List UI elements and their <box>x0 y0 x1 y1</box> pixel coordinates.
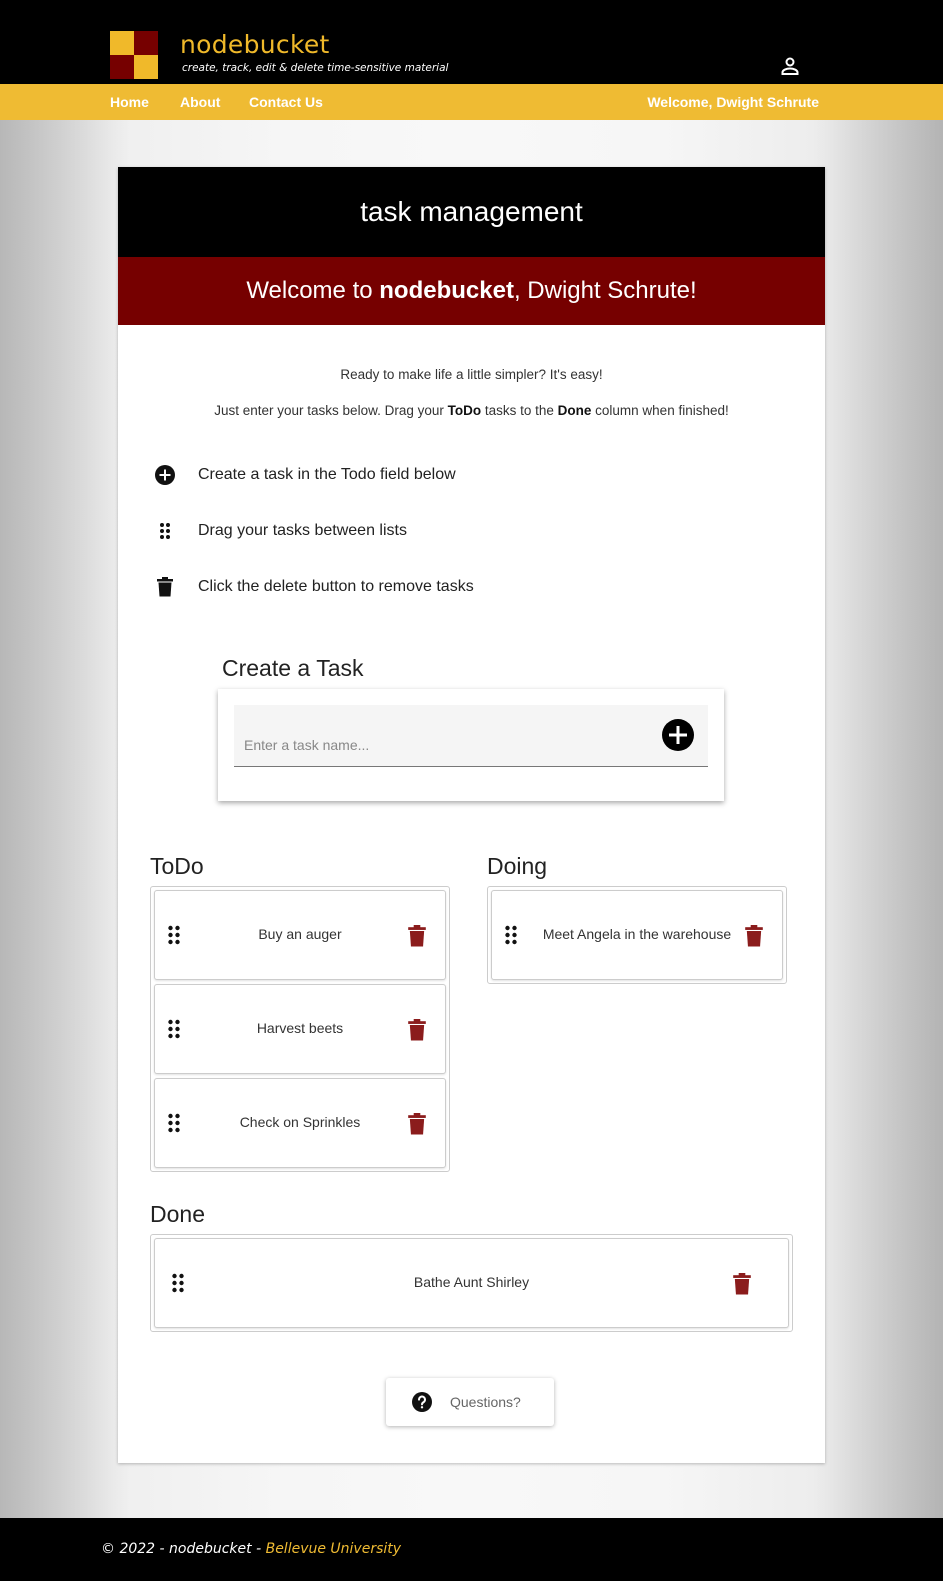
step-drag: Drag your tasks between lists <box>154 519 407 543</box>
tagline: create, track, edit & delete time-sensit… <box>182 62 449 74</box>
task-name: Meet Angela in the warehouse <box>542 926 732 942</box>
todo-heading: ToDo <box>150 853 204 879</box>
header-bar: nodebucket create, track, edit & delete … <box>0 0 943 84</box>
task-card-todo[interactable]: Buy an auger <box>154 890 446 980</box>
task-name: Bathe Aunt Shirley <box>413 1274 530 1290</box>
account-icon[interactable] <box>778 54 802 78</box>
logo[interactable] <box>110 31 158 79</box>
trash-icon <box>733 1273 751 1295</box>
task-card-todo[interactable]: Check on Sprinkles <box>154 1078 446 1168</box>
step-text: Click the delete button to remove tasks <box>198 578 474 595</box>
add-icon <box>669 726 687 744</box>
step-text: Create a task in the Todo field below <box>198 466 456 483</box>
logo-square <box>110 31 134 55</box>
drag-handle-icon[interactable] <box>504 925 518 945</box>
task-card-todo[interactable]: Harvest beets <box>154 984 446 1074</box>
task-name: Harvest beets <box>256 1020 344 1036</box>
trash-icon <box>408 925 426 947</box>
create-task-form <box>218 689 724 801</box>
intro-text: tasks to the <box>481 403 558 418</box>
task-name: Buy an auger <box>258 926 342 942</box>
add-circle-icon <box>154 464 176 486</box>
doing-list[interactable]: Meet Angela in the warehouse <box>487 886 787 984</box>
trash-icon <box>154 576 176 598</box>
bellevue-link[interactable]: Bellevue University <box>266 1541 401 1557</box>
done-heading: Done <box>150 1201 205 1227</box>
task-card: task management Welcome to nodebucket, D… <box>118 167 825 1463</box>
intro-text: column when finished! <box>591 403 729 418</box>
task-card-done[interactable]: Bathe Aunt Shirley <box>154 1238 789 1328</box>
background-right <box>813 120 943 1518</box>
intro-done: Done <box>557 403 592 418</box>
delete-task-button[interactable] <box>745 925 763 947</box>
done-list[interactable]: Bathe Aunt Shirley <box>150 1234 793 1332</box>
nav-contact-link[interactable]: Contact Us <box>249 94 323 110</box>
delete-task-button[interactable] <box>408 1019 426 1041</box>
brand-name[interactable]: nodebucket <box>180 30 330 59</box>
trash-icon <box>408 1019 426 1041</box>
page-title: task management <box>118 167 825 257</box>
help-circle-icon <box>412 1392 432 1412</box>
welcome-suffix: , Dwight Schrute! <box>513 277 697 304</box>
intro-line-1: Ready to make life a little simpler? It'… <box>340 367 603 382</box>
questions-button[interactable]: Questions? <box>386 1378 554 1426</box>
welcome-prefix: Welcome to <box>246 277 380 304</box>
create-task-heading: Create a Task <box>222 655 364 681</box>
trash-icon <box>745 925 763 947</box>
task-name-field <box>234 705 708 767</box>
step-create: Create a task in the Todo field below <box>154 463 456 487</box>
nav-home-link[interactable]: Home <box>110 94 149 110</box>
task-card-doing[interactable]: Meet Angela in the warehouse <box>491 890 783 980</box>
drag-handle-icon <box>154 520 176 542</box>
nav-bar: Home About Contact Us Welcome, Dwight Sc… <box>0 84 943 120</box>
footer-bar: © 2022 - nodebucket - Bellevue Universit… <box>0 1518 943 1581</box>
intro-todo: ToDo <box>447 403 482 418</box>
questions-label: Questions? <box>450 1394 521 1410</box>
welcome-user: Welcome, Dwight Schrute <box>647 94 819 110</box>
intro-line-2: Just enter your tasks below. Drag your T… <box>118 403 825 418</box>
trash-icon <box>408 1113 426 1135</box>
copyright-text: © 2022 - nodebucket - <box>101 1541 266 1557</box>
welcome-brand: nodebucket <box>379 277 514 304</box>
delete-task-button[interactable] <box>408 1113 426 1135</box>
todo-list[interactable]: Buy an auger Harvest beets Check on Spri… <box>150 886 450 1172</box>
logo-square <box>110 55 134 79</box>
background-left <box>0 120 130 1518</box>
footer-copyright: © 2022 - nodebucket - Bellevue Universit… <box>101 1541 401 1557</box>
step-delete: Click the delete button to remove tasks <box>154 575 474 599</box>
delete-task-button[interactable] <box>408 925 426 947</box>
intro-text: Just enter your tasks below. Drag your <box>214 403 448 418</box>
task-name: Check on Sprinkles <box>239 1114 361 1130</box>
logo-square <box>134 31 158 55</box>
add-task-button[interactable] <box>662 719 694 751</box>
welcome-banner: Welcome to nodebucket, Dwight Schrute! <box>118 257 825 325</box>
doing-heading: Doing <box>487 853 548 879</box>
logo-square <box>134 55 158 79</box>
nav-about-link[interactable]: About <box>180 94 220 110</box>
delete-task-button[interactable] <box>733 1273 751 1295</box>
task-name-input[interactable] <box>244 737 644 753</box>
step-text: Drag your tasks between lists <box>198 522 407 539</box>
